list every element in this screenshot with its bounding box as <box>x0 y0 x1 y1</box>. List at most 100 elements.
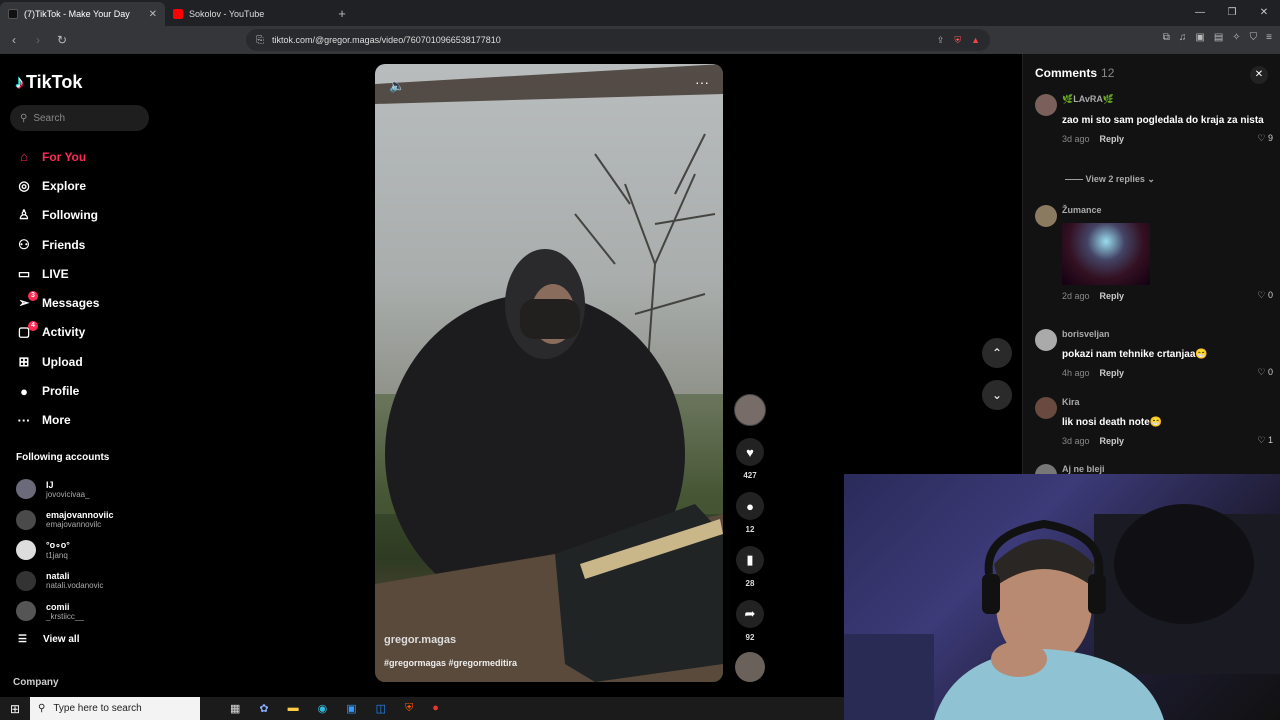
address-bar[interactable]: ⎘ tiktok.com/@gregor.magas/video/7607010… <box>246 29 990 51</box>
forward-icon[interactable]: › <box>28 33 48 47</box>
nav-label: Activity <box>42 325 86 340</box>
music-disc-avatar[interactable] <box>735 652 765 682</box>
previous-video-button[interactable]: ⌃ <box>982 338 1012 368</box>
media-icon[interactable]: ♫ <box>1179 32 1187 43</box>
comment-like[interactable]: ♡ 9 <box>1257 133 1273 144</box>
wallet-icon[interactable]: ▤ <box>1214 32 1223 43</box>
comment-icon[interactable]: ● <box>736 492 764 520</box>
avatar[interactable] <box>1035 329 1057 351</box>
brave-shield-icon[interactable]: ⛨ <box>954 35 961 46</box>
view-all-link[interactable]: ☰ View all <box>18 634 79 645</box>
search-icon: ⚲ <box>38 703 46 714</box>
view-all-label: View all <box>42 634 80 645</box>
avatar <box>16 570 36 591</box>
more-options-icon[interactable]: ··· <box>695 74 709 90</box>
reply-button[interactable]: Reply <box>1100 368 1125 378</box>
nav-live[interactable]: ▭ LIVE <box>16 259 156 288</box>
tab-title: (7)TikTok - Make Your Day <box>24 9 130 19</box>
comment-user[interactable]: borisveljan <box>1062 329 1273 339</box>
brave-rewards-icon[interactable]: ▲ <box>971 35 980 46</box>
comment-user[interactable]: Kira <box>1062 397 1273 407</box>
avatar[interactable] <box>1035 397 1057 419</box>
reply-button[interactable]: Reply <box>1100 291 1125 301</box>
back-icon[interactable]: ‹ <box>4 33 24 47</box>
comment-like[interactable]: ♡ 0 <box>1257 290 1273 301</box>
tab-youtube[interactable]: Sokolov - YouTube <box>165 2 330 26</box>
nav-messages[interactable]: ➢ 3 Messages <box>16 288 156 317</box>
save-action[interactable]: ▮ 28 <box>733 546 767 588</box>
brave-icon[interactable]: ⛨ <box>405 702 413 715</box>
next-video-button[interactable]: ⌄ <box>982 380 1012 410</box>
nav-profile[interactable]: ● Profile <box>16 376 156 405</box>
tab-tiktok[interactable]: (7)TikTok - Make Your Day ✕ <box>0 2 165 26</box>
nav-label: Following <box>42 208 98 223</box>
avatar-icon: ● <box>20 383 28 399</box>
windows-start-icon[interactable]: ⊞ <box>0 702 30 716</box>
comment-action[interactable]: ● 12 <box>733 492 767 534</box>
nav-explore[interactable]: ◎ Explore <box>16 171 156 200</box>
close-window-icon[interactable]: ✕ <box>1248 0 1280 26</box>
avatar[interactable] <box>1035 94 1057 116</box>
close-comments-button[interactable]: ✕ <box>1250 66 1268 84</box>
reply-button[interactable]: Reply <box>1100 134 1125 144</box>
nav-more[interactable]: ··· More <box>16 406 156 435</box>
store-icon[interactable]: ▣ <box>346 702 356 715</box>
video-author[interactable]: gregor.magas <box>384 634 456 646</box>
app-icon[interactable]: ● <box>432 702 439 715</box>
restore-icon[interactable]: ❐ <box>1216 0 1248 26</box>
share-action[interactable]: ➦ 92 <box>733 600 767 642</box>
minimize-icon[interactable]: — <box>1184 0 1216 26</box>
sidebar-icon[interactable]: ▣ <box>1195 32 1204 43</box>
tiktok-logo[interactable]: ♪ TikTok <box>15 72 82 93</box>
live-tv-icon: ▭ <box>17 265 31 281</box>
heart-icon[interactable]: ♥ <box>736 438 764 466</box>
nav-activity[interactable]: ▢ 4 Activity <box>16 318 156 347</box>
extensions-icon[interactable]: ⧉ <box>1163 32 1170 43</box>
nav-for-you[interactable]: ⌂ For You <box>16 142 156 171</box>
comment-user[interactable]: Aj ne bleji <box>1062 464 1273 474</box>
file-explorer-icon[interactable]: ▬ <box>288 702 299 715</box>
nav-label: LIVE <box>42 266 69 281</box>
edge-icon[interactable]: ◉ <box>318 702 328 715</box>
share-arrow-icon[interactable]: ➦ <box>736 600 764 628</box>
reload-icon[interactable]: ↻ <box>52 33 72 47</box>
video-hashtags[interactable]: #gregormagas #gregormeditira <box>384 658 517 668</box>
bookmark-icon[interactable]: ⎘ <box>256 35 264 46</box>
tiktok-favicon-icon <box>8 9 18 19</box>
task-view-icon[interactable]: ▦ <box>230 702 240 715</box>
share-icon[interactable]: ⇪ <box>937 35 945 46</box>
menu-icon[interactable]: ≡ <box>1266 32 1272 43</box>
volume-icon[interactable]: 🔈 <box>389 78 405 94</box>
leo-icon[interactable]: ✧ <box>1232 32 1240 43</box>
comment-like[interactable]: ♡ 0 <box>1257 367 1273 378</box>
following-account[interactable]: natali natali.vodanovic <box>16 566 156 597</box>
following-account[interactable]: comii _krstiicc__ <box>16 596 156 627</box>
new-tab-button[interactable]: + <box>330 2 354 26</box>
nav-friends[interactable]: ⚇ Friends <box>16 230 156 259</box>
company-link[interactable]: Company <box>13 677 59 688</box>
comment-user[interactable]: 🌿LAvRA🌿 <box>1062 94 1273 105</box>
search-input[interactable]: ⚲ Search <box>10 105 149 131</box>
copilot-icon[interactable]: ✿ <box>259 702 268 715</box>
creator-avatar[interactable] <box>734 394 766 426</box>
taskbar-search-input[interactable]: ⚲ Type here to search <box>30 697 200 720</box>
like-action[interactable]: ♥ 427 <box>733 438 767 480</box>
vpn-icon[interactable]: ⛉ <box>1250 32 1258 43</box>
nav-following[interactable]: ♙ Following <box>16 201 156 230</box>
reply-button[interactable]: Reply <box>1100 436 1125 446</box>
comment-user[interactable]: Žumance <box>1062 205 1273 215</box>
outlook-icon[interactable]: ◫ <box>376 702 386 715</box>
following-account[interactable]: emajovannoviic emajovannovilc <box>16 505 156 536</box>
comment-image[interactable] <box>1062 223 1150 285</box>
bookmark-icon[interactable]: ▮ <box>736 546 764 574</box>
comment-like[interactable]: ♡ 1 <box>1257 435 1273 446</box>
close-tab-icon[interactable]: ✕ <box>149 9 157 20</box>
following-account[interactable]: °o∘o° t1janq <box>16 535 156 566</box>
following-account[interactable]: IJ jovovicivaa_ <box>16 474 156 505</box>
view-replies-button[interactable]: —— View 2 replies ⌄ <box>1065 174 1155 185</box>
comment-count: 12 <box>745 525 755 534</box>
home-icon: ⌂ <box>20 149 28 165</box>
video-player[interactable]: 🔈 ··· gregor.magas #gregormagas #gregorm… <box>375 64 723 682</box>
nav-upload[interactable]: ⊞ Upload <box>16 347 156 376</box>
avatar[interactable] <box>1035 205 1057 227</box>
